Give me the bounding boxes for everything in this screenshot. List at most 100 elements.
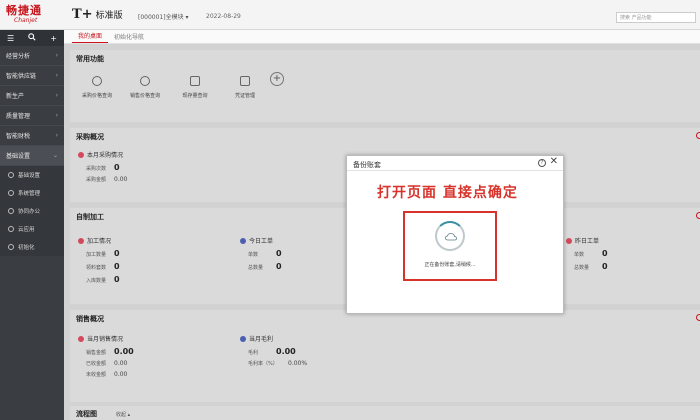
sidebar-subitem-system[interactable]: 系统管理 bbox=[0, 184, 64, 202]
login-date: 2022-08-29 bbox=[206, 13, 241, 20]
metric-label: 领料套数 bbox=[86, 265, 107, 271]
search-input[interactable]: 搜索 产品功能 bbox=[616, 12, 696, 23]
card-dot-icon bbox=[240, 335, 246, 342]
metric-label: 已收金额 bbox=[86, 361, 107, 367]
quick-voucher[interactable]: 凭证管理 bbox=[220, 76, 270, 99]
tab-my-desktop[interactable]: 我的桌面 bbox=[72, 31, 109, 43]
metric-value: 0.00 bbox=[114, 176, 128, 183]
metric-value: 0 bbox=[114, 275, 120, 284]
card-dot-icon bbox=[78, 335, 84, 342]
chanjet-logo[interactable]: 畅捷通 Chanjet bbox=[6, 5, 60, 27]
sidebar-item-finance[interactable]: 智能财税 › bbox=[0, 126, 64, 146]
metric-value: 0.00 bbox=[114, 360, 128, 367]
section-title: 销售概况 bbox=[76, 315, 104, 323]
purchase-month-card: 本月采购情况 采购次数 0 采购金额 0.00 bbox=[78, 150, 127, 183]
search-doc-icon bbox=[140, 76, 150, 86]
metric-label: 未收金额 bbox=[86, 372, 107, 378]
common-functions-section: 常用功能 采购价格查询 销售价格查询 现存量查询 凭证管理 + bbox=[70, 50, 700, 122]
annotation-text: 打开页面 直接点确定 bbox=[377, 185, 518, 201]
card-dot-icon bbox=[78, 151, 84, 158]
tab-bar: 我的桌面 初始化导航 bbox=[64, 30, 700, 44]
add-icon[interactable]: + bbox=[50, 34, 57, 43]
backup-dialog: 备份账套 ? ✕ 打开页面 直接点确定 正在备份账套,请稍候... bbox=[346, 155, 564, 314]
info-icon[interactable] bbox=[696, 314, 700, 321]
brand-tplus: T+ bbox=[72, 7, 93, 22]
metric-label: 销售金额 bbox=[86, 350, 107, 356]
card-title: 本月采购情况 bbox=[87, 152, 124, 159]
chevron-right-icon: › bbox=[55, 112, 58, 119]
info-icon[interactable] bbox=[696, 212, 700, 219]
tab-init-guide[interactable]: 初始化导航 bbox=[108, 32, 150, 43]
init-icon bbox=[8, 244, 14, 250]
section-title: 流程图 bbox=[76, 410, 97, 418]
sidebar-item-basic-settings[interactable]: 基础设置 ⌄ bbox=[0, 146, 64, 166]
add-shortcut-button[interactable]: + bbox=[270, 72, 284, 86]
chevron-right-icon: › bbox=[55, 72, 58, 79]
sidebar-item-label: 基础设置 bbox=[6, 153, 31, 160]
progress-message: 正在备份账套,请稍候... bbox=[424, 262, 476, 268]
top-bar: 畅捷通 Chanjet T+ 标准版 [000001]全模块 ▾ 2022-08… bbox=[0, 0, 700, 30]
today-orders-card: 今日工单 单数 0 总数量 0 bbox=[240, 236, 282, 271]
voucher-icon bbox=[240, 76, 250, 86]
month-profit-card: 当月毛利 毛利 0.00 毛利率（%） 0.00% bbox=[240, 334, 307, 367]
search-doc-icon bbox=[92, 76, 102, 86]
card-dot-icon bbox=[78, 237, 84, 244]
sidebar-subitem-init[interactable]: 初始化 bbox=[0, 238, 64, 256]
sidebar-subitem-label: 初始化 bbox=[18, 245, 35, 251]
metric-label: 毛利率（%） bbox=[248, 361, 278, 367]
metric-value: 0 bbox=[276, 249, 282, 258]
sidebar-item-label: 质量管理 bbox=[6, 113, 31, 120]
sidebar-subitem-cloud[interactable]: 云应用 bbox=[0, 220, 64, 238]
backup-progress-panel: 正在备份账套,请稍候... bbox=[403, 211, 497, 281]
chevron-right-icon: › bbox=[55, 52, 58, 59]
help-icon[interactable]: ? bbox=[538, 159, 546, 167]
quick-stock-query[interactable]: 现存量查询 bbox=[170, 76, 220, 99]
sidebar-item-label: 智能财税 bbox=[6, 133, 31, 140]
sidebar-item-supply-chain[interactable]: 智能供应链 › bbox=[0, 66, 64, 86]
logo-cn: 畅捷通 bbox=[6, 4, 42, 17]
month-sales-card: 当月销售情况 销售金额 0.00 已收金额 0.00 未收金额 0.00 bbox=[78, 334, 134, 378]
dialog-divider bbox=[347, 170, 563, 171]
sidebar-toolbar: ☰ + bbox=[0, 30, 64, 46]
sidebar-subitem-label: 系统管理 bbox=[18, 191, 41, 197]
sidebar-item-label: 智能供应链 bbox=[6, 73, 37, 80]
section-title: 常用功能 bbox=[76, 55, 104, 63]
sidebar-subitem-label: 云应用 bbox=[18, 227, 35, 233]
sidebar-subitem-label: 协同办公 bbox=[18, 209, 41, 215]
metric-label: 加工数量 bbox=[86, 252, 107, 258]
settings-icon bbox=[8, 172, 14, 178]
sidebar-item-analysis[interactable]: 经营分析 › bbox=[0, 46, 64, 66]
metric-value: 0 bbox=[602, 249, 608, 258]
close-icon[interactable]: ✕ bbox=[550, 157, 558, 167]
dialog-title: 备份账套 bbox=[353, 161, 381, 169]
metric-value: 0.00 bbox=[276, 347, 296, 356]
chevron-right-icon: › bbox=[55, 92, 58, 99]
card-title: 加工情况 bbox=[87, 238, 112, 245]
card-title: 昨日工单 bbox=[575, 238, 600, 245]
quick-sales-price[interactable]: 销售价格查询 bbox=[120, 76, 170, 99]
metric-value: 0 bbox=[114, 163, 120, 172]
sidebar-item-production[interactable]: 新生产 › bbox=[0, 86, 64, 106]
metric-label: 入库数量 bbox=[86, 278, 107, 284]
metric-value: 0.00 bbox=[114, 347, 134, 356]
chevron-right-icon: › bbox=[55, 132, 58, 139]
sidebar-subitem-basic-settings[interactable]: 基础设置 bbox=[0, 166, 64, 184]
metric-label: 单数 bbox=[574, 252, 585, 258]
card-dot-icon bbox=[566, 237, 572, 244]
section-title: 采购概况 bbox=[76, 133, 104, 141]
cloud-icon bbox=[8, 226, 14, 232]
chevron-down-icon: ⌄ bbox=[52, 152, 58, 159]
account-select[interactable]: [000001]全模块 ▾ bbox=[138, 12, 189, 21]
sidebar-subitem-office[interactable]: 协同办公 bbox=[0, 202, 64, 220]
quick-purchase-price[interactable]: 采购价格查询 bbox=[72, 76, 122, 99]
section-title: 自制加工 bbox=[76, 213, 104, 221]
brand-edition: 标准版 bbox=[95, 11, 123, 21]
sidebar-item-quality[interactable]: 质量管理 › bbox=[0, 106, 64, 126]
metric-label: 总数量 bbox=[248, 265, 264, 271]
search-icon[interactable] bbox=[28, 33, 36, 43]
system-icon bbox=[8, 190, 14, 196]
collapse-toggle[interactable]: 收起 ▴ bbox=[116, 411, 130, 418]
info-icon[interactable] bbox=[696, 132, 700, 139]
menu-icon[interactable]: ☰ bbox=[7, 34, 14, 43]
quick-label: 采购价格查询 bbox=[81, 93, 112, 99]
